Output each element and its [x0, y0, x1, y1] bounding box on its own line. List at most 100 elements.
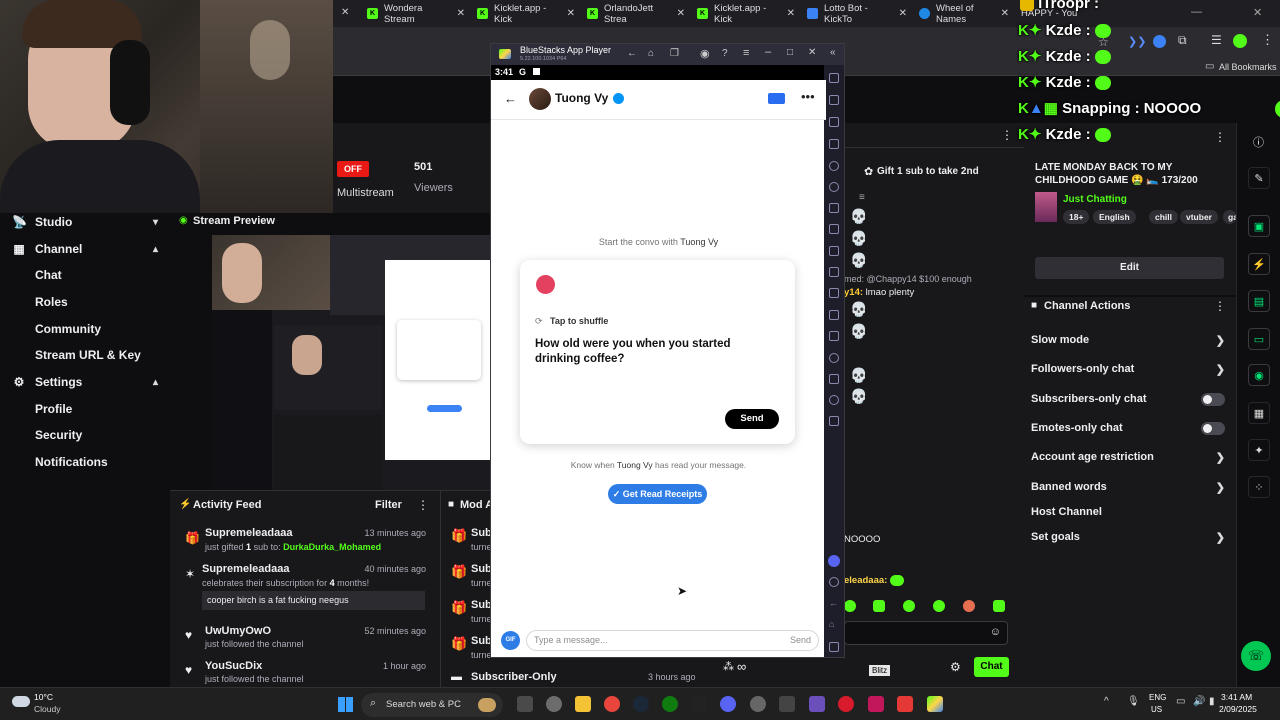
minimize-window-icon[interactable]: — — [1191, 6, 1202, 18]
all-bookmarks-link[interactable]: All Bookmarks — [1219, 62, 1277, 72]
bluestacks-icon[interactable] — [927, 696, 943, 712]
more-options-icon[interactable]: ⋮ — [1214, 299, 1226, 313]
taskbar-search[interactable]: ⌕ Search web & PC — [361, 693, 503, 717]
gamepad-icon[interactable] — [829, 203, 839, 213]
back-icon[interactable]: ← — [829, 598, 838, 608]
tab-close-icon[interactable]: ✕ — [787, 8, 795, 19]
calculator-icon[interactable] — [779, 696, 795, 712]
location-icon[interactable] — [829, 353, 839, 363]
layout-icon[interactable]: ▦ — [1248, 402, 1270, 424]
sidebar-item-profile[interactable]: Profile — [0, 396, 170, 422]
sidebar-item-security[interactable]: Security — [0, 422, 170, 448]
windows-start-icon[interactable] — [338, 697, 353, 712]
category-thumbnail[interactable] — [1035, 192, 1057, 222]
emote-option[interactable] — [844, 600, 856, 612]
fullscreen-icon[interactable] — [829, 73, 839, 83]
chat-bubble-icon[interactable]: ▭ — [1248, 328, 1270, 350]
battery-icon[interactable]: ▮ — [1209, 696, 1215, 707]
chrome-icon[interactable] — [604, 696, 620, 712]
sidebar-item-settings[interactable]: ⚙ Settings ▴ — [0, 369, 170, 395]
gift-banner[interactable]: Gift 1 sub to take 2nd — [877, 166, 979, 177]
record-icon[interactable] — [829, 267, 839, 277]
audio-icon[interactable] — [868, 696, 884, 712]
media-icon[interactable]: ☰ — [1211, 33, 1222, 47]
emotes-only-toggle[interactable] — [1201, 421, 1225, 435]
camera-icon[interactable] — [829, 224, 839, 234]
sidebar-item-notifications[interactable]: Notifications — [0, 449, 170, 475]
slow-mode-row[interactable]: Slow mode ❯ — [1031, 327, 1229, 353]
tab-close-icon[interactable]: ✕ — [899, 8, 907, 19]
tab-close-icon[interactable]: ✕ — [341, 7, 349, 18]
more-options-icon[interactable]: ••• — [801, 89, 815, 104]
share-icon[interactable]: ⁘ — [1248, 476, 1270, 498]
show-hidden-icons[interactable]: ^ — [1104, 696, 1109, 707]
settings-icon[interactable] — [750, 696, 766, 712]
account-icon[interactable]: ◉ — [700, 47, 710, 60]
sidebar-item-stream-url-key[interactable]: Stream URL & Key — [0, 342, 170, 368]
chat-username[interactable]: y14: — [844, 287, 863, 298]
discord-icon[interactable] — [720, 696, 736, 712]
message-send-button[interactable]: Send — [790, 635, 811, 645]
close-window-icon[interactable]: ✕ — [1253, 6, 1262, 19]
weather-temp[interactable]: 10°C — [34, 692, 53, 702]
back-icon[interactable]: ← — [627, 48, 637, 59]
contact-name[interactable]: Tuong Vy — [555, 91, 608, 105]
more-options-icon[interactable]: ⋮ — [1214, 130, 1226, 144]
volume-icon[interactable] — [829, 95, 839, 105]
chatgpt-icon[interactable] — [546, 696, 562, 712]
chat-username[interactable]: eleadaaa: — [844, 575, 887, 586]
sidebar-item-channel[interactable]: ▦ Channel ▴ — [0, 236, 170, 262]
tap-to-shuffle[interactable]: Tap to shuffle — [550, 316, 608, 326]
sync-icon[interactable] — [829, 182, 839, 192]
clip-icon[interactable]: ▣ — [1248, 215, 1270, 237]
banned-words-row[interactable]: Banned words ❯ — [1031, 474, 1229, 500]
volume-icon[interactable]: 🔊 — [1193, 696, 1205, 707]
gta-icon[interactable] — [838, 696, 854, 712]
menu-icon[interactable]: ≡ — [743, 47, 749, 59]
gif-button[interactable]: GIF — [501, 631, 520, 650]
emote-option[interactable] — [873, 600, 885, 612]
file-explorer-icon[interactable] — [575, 696, 591, 712]
obs-icon[interactable] — [809, 696, 825, 712]
wrench-icon[interactable]: ✦ — [1248, 439, 1270, 461]
browser-tab[interactable]: Lotto Bot - KickTo ✕ — [801, 0, 913, 27]
network-icon[interactable]: ▭ — [1176, 696, 1185, 707]
extension-icon[interactable]: ❯❯ — [1128, 35, 1146, 48]
folder-icon[interactable] — [829, 288, 839, 298]
set-goals-row[interactable]: Set goals ❯ — [1031, 524, 1229, 550]
screenshot-icon[interactable] — [829, 246, 839, 256]
video-call-icon[interactable] — [768, 93, 785, 104]
maximize-icon[interactable]: □ — [787, 47, 793, 58]
feed-username[interactable]: UwUmyOwO — [205, 625, 271, 637]
steam-icon[interactable] — [633, 696, 649, 712]
sidebar-item-roles[interactable]: Roles — [0, 289, 170, 315]
puzzle-icon[interactable]: ⧉ — [1178, 33, 1187, 48]
subscribers-only-toggle[interactable] — [1201, 392, 1225, 406]
back-arrow-icon[interactable]: ← — [504, 91, 517, 106]
layers-icon[interactable] — [829, 374, 839, 384]
browser-tab[interactable]: Wheel of Names ✕ — [913, 0, 1015, 27]
erase-icon[interactable] — [829, 331, 839, 341]
send-prompt-button[interactable]: Send — [725, 409, 779, 429]
tab-close-icon[interactable]: ✕ — [457, 8, 465, 19]
sidebar-toggle-icon[interactable] — [829, 416, 839, 426]
home-icon[interactable]: ⌂ — [648, 48, 654, 59]
emoji-icon[interactable]: ☺ — [990, 626, 1001, 638]
browser-tab[interactable]: K Kicklet.app - Kick ✕ — [471, 0, 581, 27]
home-icon[interactable]: ⌂ — [829, 619, 834, 629]
sidebar-item-community[interactable]: Community — [0, 316, 170, 342]
chat-input[interactable]: ☺ — [844, 621, 1008, 645]
help-icon[interactable]: ? — [722, 48, 728, 59]
tab-close-icon[interactable]: ✕ — [677, 8, 685, 19]
sidebar-item-chat[interactable]: Chat — [0, 262, 170, 288]
tab-close-icon[interactable]: ✕ — [567, 8, 575, 19]
recent-apps-icon[interactable]: ❐ — [670, 48, 679, 59]
eco-mode-icon[interactable] — [829, 395, 839, 405]
host-channel-row[interactable]: Host Channel — [1031, 499, 1229, 525]
lightning-icon[interactable]: ⚡ — [1248, 253, 1270, 275]
xbox-icon[interactable] — [662, 696, 678, 712]
support-chat-button[interactable]: ☏ — [1241, 641, 1271, 671]
settings-gear-icon[interactable]: ⚙ — [950, 660, 961, 674]
collapse-sidebar-icon[interactable]: « — [830, 47, 836, 58]
controls-icon[interactable] — [829, 139, 839, 149]
